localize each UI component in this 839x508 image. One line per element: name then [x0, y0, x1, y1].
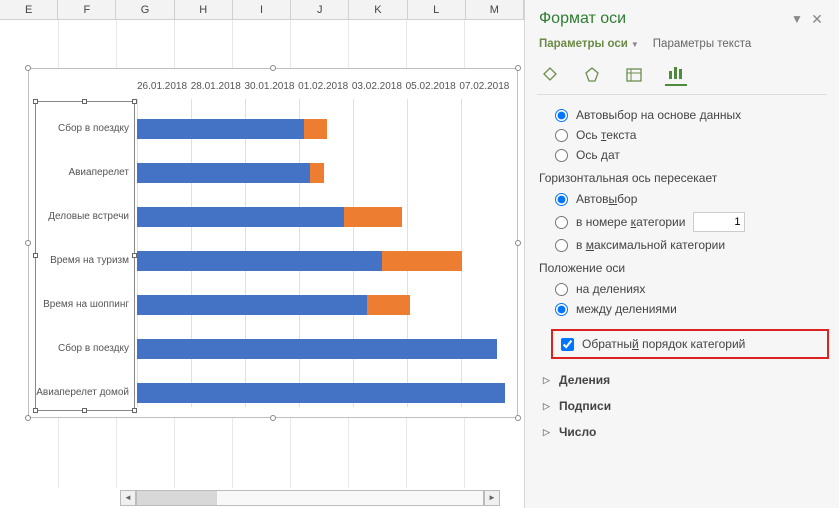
bar-row[interactable] [137, 383, 511, 403]
panel-title: Формат оси [539, 10, 787, 28]
resize-handle[interactable] [270, 65, 276, 71]
scroll-left-button[interactable]: ◄ [120, 490, 136, 506]
axis-tick: 03.02.2018 [352, 81, 406, 97]
category-label: Авиаперелет домой [35, 383, 129, 403]
bar-row[interactable] [137, 119, 511, 139]
radio-crosses-auto[interactable]: Автовыбор [555, 189, 825, 209]
panel-close-button[interactable]: ✕ [807, 11, 827, 28]
format-axis-panel: Формат оси ▼ ✕ Параметры оси▼ Параметры … [524, 0, 839, 508]
resize-handle[interactable] [25, 415, 31, 421]
bar-row[interactable] [137, 207, 511, 227]
bar-row[interactable] [137, 251, 511, 271]
fill-icon[interactable] [539, 64, 561, 86]
expander-number[interactable]: ▷Число [525, 419, 839, 445]
resize-handle[interactable] [270, 415, 276, 421]
column-headers: E F G H I J K L M [0, 0, 524, 20]
radio-axis-type-text[interactable]: Ось текста [555, 125, 825, 145]
radio-crosses-max[interactable]: в максимальной категории [555, 235, 825, 255]
bar-row[interactable] [137, 295, 511, 315]
size-properties-icon[interactable] [623, 64, 645, 86]
col-header[interactable]: I [233, 0, 291, 19]
axis-tick: 30.01.2018 [244, 81, 298, 97]
expander-labels[interactable]: ▷Подписи [525, 393, 839, 419]
highlight-reverse-order: Обратный порядок категорий [551, 329, 829, 359]
col-header[interactable]: L [408, 0, 466, 19]
col-header[interactable]: H [175, 0, 233, 19]
crosses-category-input[interactable] [693, 212, 745, 232]
panel-options-dropdown[interactable]: ▼ [787, 12, 807, 26]
axis-tick: 07.02.2018 [459, 81, 513, 97]
radio-crosses-category[interactable]: в номере категории [555, 209, 825, 235]
axis-tick: 28.01.2018 [191, 81, 245, 97]
col-header[interactable]: K [349, 0, 407, 19]
category-label: Сбор в поездку [35, 119, 129, 139]
category-label: Время на шоппинг [35, 295, 129, 315]
resize-handle[interactable] [515, 240, 521, 246]
col-header[interactable]: F [58, 0, 116, 19]
scroll-thumb[interactable] [137, 491, 217, 505]
col-header[interactable]: E [0, 0, 58, 19]
tab-text-options[interactable]: Параметры текста [653, 38, 751, 50]
crosses-heading: Горизонтальная ось пересекает [539, 165, 825, 189]
axis-tick: 26.01.2018 [137, 81, 191, 97]
effects-icon[interactable] [581, 64, 603, 86]
col-header[interactable]: M [466, 0, 524, 19]
bar-row[interactable] [137, 339, 511, 359]
col-header[interactable]: J [291, 0, 349, 19]
category-label: Авиаперелет [35, 163, 129, 183]
chart-object[interactable]: 26.01.2018 28.01.2018 30.01.2018 01.02.2… [28, 68, 518, 418]
resize-handle[interactable] [25, 240, 31, 246]
radio-pos-on-tick[interactable]: на делениях [555, 279, 825, 299]
axis-tick: 01.02.2018 [298, 81, 352, 97]
category-label: Деловые встречи [35, 207, 129, 227]
resize-handle[interactable] [25, 65, 31, 71]
checkbox-reverse-order[interactable]: Обратный порядок категорий [561, 337, 819, 351]
bar-row[interactable] [137, 163, 511, 183]
axis-position-heading: Положение оси [539, 255, 825, 279]
expander-ticks[interactable]: ▷Деления [525, 367, 839, 393]
axis-tick: 05.02.2018 [406, 81, 460, 97]
horizontal-scrollbar[interactable]: ◄ ► [120, 490, 500, 506]
radio-axis-type-date[interactable]: Ось дат [555, 145, 825, 165]
col-header[interactable]: G [116, 0, 174, 19]
axis-options-icon[interactable] [665, 64, 687, 86]
resize-handle[interactable] [515, 415, 521, 421]
chart-date-axis[interactable]: 26.01.2018 28.01.2018 30.01.2018 01.02.2… [137, 81, 513, 97]
scroll-right-button[interactable]: ► [484, 490, 500, 506]
radio-pos-between[interactable]: между делениями [555, 299, 825, 319]
tab-axis-options[interactable]: Параметры оси▼ [539, 38, 639, 50]
radio-axis-type-auto[interactable]: Автовыбор на основе данных [555, 105, 825, 125]
chart-plot-area[interactable] [137, 107, 511, 407]
category-label: Сбор в поездку [35, 339, 129, 359]
category-label: Время на туризм [35, 251, 129, 271]
resize-handle[interactable] [515, 65, 521, 71]
